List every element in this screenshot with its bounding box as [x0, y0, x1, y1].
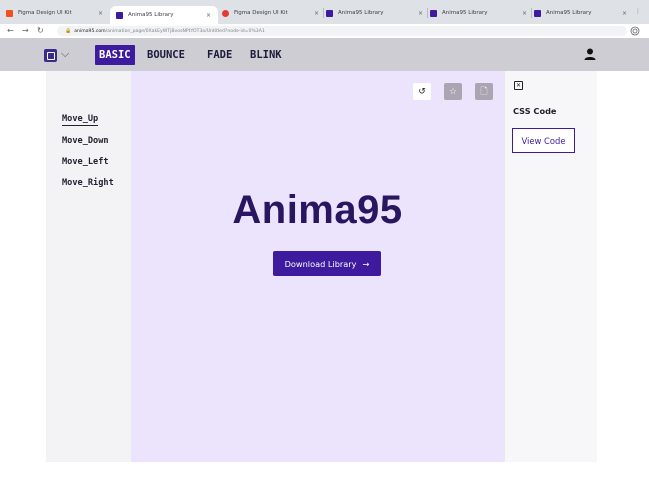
sidebar-item-move-up[interactable]: Move_Up: [62, 114, 99, 126]
browser-tab[interactable]: Figma Design UI Kit ×: [6, 6, 110, 20]
tab-close-icon[interactable]: ×: [622, 10, 627, 17]
back-icon[interactable]: ←: [7, 26, 14, 35]
sidebar-item-move-left[interactable]: Move_Left: [62, 157, 109, 167]
browser-tab[interactable]: Figma Design UI Kit ×: [222, 6, 326, 20]
figma-icon: [6, 9, 13, 17]
menu-item-blink[interactable]: BLINK: [246, 45, 286, 65]
arrow-right-icon: →: [362, 258, 370, 269]
anima-icon: [116, 11, 123, 19]
tab-close-icon[interactable]: ×: [522, 10, 527, 17]
browser-tab[interactable]: Anima95 Library ×: [427, 6, 534, 20]
sidebar-item-move-down[interactable]: Move_Down: [62, 136, 109, 146]
url-input[interactable]: 🔒 anima95.com /animation_page/0XakEyWTjB…: [57, 26, 627, 36]
browser-tab-bar: Figma Design UI Kit × Anima95 Library × …: [0, 0, 649, 24]
tab-title: Anima95 Library: [546, 10, 592, 16]
tab-title: Anima95 Library: [442, 10, 488, 16]
address-bar: ← → ↻ 🔒 anima95.com /animation_page/0Xak…: [0, 24, 649, 38]
forward-icon[interactable]: →: [22, 26, 29, 35]
animation-sidebar: [46, 71, 131, 462]
browser-tab[interactable]: Anima95 Library ×: [323, 6, 430, 20]
tab-close-icon[interactable]: ×: [98, 10, 103, 17]
menu-item-basic[interactable]: BASIC: [95, 45, 135, 65]
file-icon[interactable]: 🗋: [475, 83, 493, 100]
tab-title: Figma Design UI Kit: [18, 10, 72, 16]
tab-close-icon[interactable]: ×: [314, 10, 319, 17]
download-label: Download Library: [284, 258, 357, 269]
anima-icon: [326, 9, 333, 17]
close-panel-icon[interactable]: ✕: [514, 81, 523, 90]
anima-icon: [430, 9, 437, 17]
url-path: /animation_page/0XakEyWTjBvosNPtYOT3o/Un…: [105, 28, 265, 34]
tab-close-icon[interactable]: ×: [418, 10, 423, 17]
browser-tab[interactable]: Anima95 Library ×: [531, 6, 634, 20]
view-code-button[interactable]: View Code: [512, 128, 575, 153]
tab-separator: [323, 8, 324, 18]
window-menu-icon[interactable]: ⋮: [635, 8, 643, 16]
download-library-button[interactable]: Download Library →: [273, 251, 381, 276]
tab-title: Figma Design UI Kit: [234, 10, 288, 16]
reload-icon[interactable]: ↻: [37, 26, 44, 35]
chevron-down-icon[interactable]: ⌵: [61, 47, 69, 61]
menu-item-fade[interactable]: FADE: [203, 45, 236, 65]
hero-title: Anima95: [232, 188, 403, 232]
sidebar-item-move-right[interactable]: Move_Right: [62, 178, 114, 188]
profile-circle-icon[interactable]: [630, 26, 640, 36]
undo-icon[interactable]: ↺: [413, 83, 431, 100]
lock-icon: 🔒: [65, 28, 72, 34]
tab-separator: [531, 8, 532, 18]
menu-item-bounce[interactable]: BOUNCE: [143, 45, 189, 65]
figma-red-icon: [222, 9, 229, 17]
tab-title: Anima95 Library: [128, 12, 174, 18]
anima-icon: [534, 9, 541, 17]
browser-tab-active[interactable]: Anima95 Library ×: [110, 6, 218, 24]
css-code-label: CSS Code: [513, 106, 557, 116]
url-domain: anima95.com: [74, 28, 106, 34]
logo-icon[interactable]: [44, 49, 57, 62]
tab-close-icon[interactable]: ×: [206, 12, 211, 19]
tab-title: Anima95 Library: [338, 10, 384, 16]
star-icon[interactable]: ☆: [444, 83, 462, 100]
user-avatar-icon[interactable]: [583, 47, 597, 61]
tab-separator: [427, 8, 428, 18]
